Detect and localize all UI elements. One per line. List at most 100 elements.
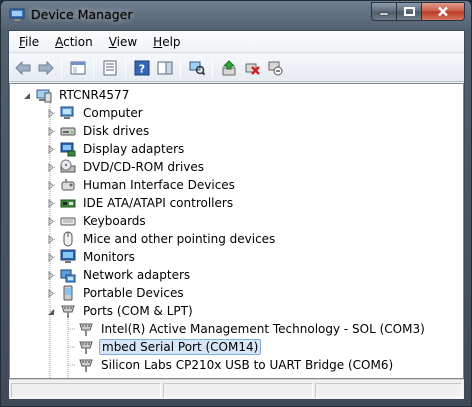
tree-category[interactable]: Network adapters	[60, 266, 192, 284]
properties-button[interactable]	[98, 57, 121, 79]
maximize-button[interactable]	[397, 2, 422, 21]
scan-hardware-button[interactable]	[185, 57, 208, 79]
expanded-arrow-icon[interactable]	[22, 91, 31, 100]
caption-buttons	[371, 2, 465, 21]
disk-drive-icon	[60, 123, 76, 139]
expanded-arrow-icon[interactable]	[46, 307, 55, 316]
collapsed-arrow-icon[interactable]	[46, 109, 55, 118]
tree-port-item[interactable]: Intel(R) Active Management Technology - …	[78, 320, 427, 338]
menu-help-label: elp	[162, 34, 181, 49]
forward-button[interactable]	[34, 57, 57, 79]
tree-category-label: Computer	[83, 106, 143, 120]
help-icon: ?	[134, 60, 149, 75]
disable-button[interactable]	[263, 57, 286, 79]
menu-help[interactable]: Help	[145, 35, 188, 49]
tree-port-item[interactable]: mbed Serial Port (COM14)	[78, 338, 262, 356]
minimize-button[interactable]	[371, 2, 397, 21]
update-driver-icon	[222, 59, 235, 75]
back-button[interactable]	[11, 57, 34, 79]
close-icon	[438, 6, 448, 17]
action-pane-button[interactable]	[153, 57, 176, 79]
update-driver-button[interactable]	[217, 57, 240, 79]
keyboard-icon	[60, 213, 76, 229]
tree-category[interactable]: Ports (COM & LPT)	[60, 302, 195, 320]
dvd-drive-icon	[60, 159, 76, 175]
menu-file[interactable]: File	[11, 35, 47, 49]
port-icon	[60, 303, 76, 319]
tree-category-label: Disk drives	[83, 124, 150, 138]
uninstall-icon	[245, 63, 260, 75]
tree-category-label: Mice and other pointing devices	[83, 232, 276, 246]
ide-controller-icon	[60, 195, 76, 211]
network-adapter-icon	[60, 267, 76, 283]
collapsed-arrow-icon[interactable]	[46, 145, 55, 154]
port-icon	[78, 321, 94, 337]
scan-hardware-icon	[189, 61, 205, 75]
portable-device-icon	[60, 285, 76, 301]
mouse-icon	[60, 231, 76, 247]
tree-category[interactable]: Display adapters	[60, 140, 186, 158]
tree-root[interactable]: RTCNR4577	[36, 86, 131, 104]
collapsed-arrow-icon[interactable]	[46, 289, 55, 298]
tree-root-label: RTCNR4577	[59, 88, 130, 102]
menu-help-mnemonic: H	[153, 34, 163, 49]
tree-category[interactable]: Keyboards	[60, 212, 148, 230]
tree-category[interactable]: Mice and other pointing devices	[60, 230, 277, 248]
close-button[interactable]	[422, 2, 465, 21]
menu-view-label: iew	[116, 34, 138, 49]
tree-category-label: Keyboards	[83, 214, 146, 228]
help-button[interactable]: ?	[130, 57, 153, 79]
tree-category[interactable]: Human Interface Devices	[60, 176, 237, 194]
tree-category[interactable]: Portable Devices	[60, 284, 186, 302]
collapsed-arrow-icon[interactable]	[46, 163, 55, 172]
tree-category-label: Monitors	[83, 250, 135, 264]
status-pane-1	[11, 383, 161, 398]
collapsed-arrow-icon[interactable]	[46, 271, 55, 280]
window-title: Device Manager	[31, 7, 133, 22]
collapsed-arrow-icon[interactable]	[46, 217, 55, 226]
toolbar-separator	[180, 57, 181, 78]
root-computer-icon	[36, 87, 52, 103]
menu-view[interactable]: View	[101, 35, 145, 49]
minimize-icon	[379, 12, 389, 15]
forward-icon	[38, 60, 54, 75]
menu-action[interactable]: Action	[47, 35, 101, 49]
collapsed-arrow-icon[interactable]	[46, 253, 55, 262]
tree-category[interactable]: Disk drives	[60, 122, 151, 140]
status-pane-3	[315, 383, 462, 398]
tree-port-item-label: Silicon Labs CP210x USB to UART Bridge (…	[101, 358, 394, 372]
menu-bar: File Action View Help	[9, 31, 464, 53]
show-hide-tree-button[interactable]	[66, 57, 89, 79]
port-icon	[78, 339, 94, 355]
collapsed-arrow-icon[interactable]	[46, 199, 55, 208]
tree-category-label: Portable Devices	[83, 286, 184, 300]
properties-icon	[103, 60, 116, 75]
title-bar[interactable]: Device Manager	[1, 1, 471, 31]
collapsed-arrow-icon[interactable]	[46, 235, 55, 244]
tree-category[interactable]: Computer	[60, 104, 145, 122]
status-pane-2	[163, 383, 313, 398]
tree-category[interactable]: IDE ATA/ATAPI controllers	[60, 194, 235, 212]
tree-port-item[interactable]: Silicon Labs CP210x USB to UART Bridge (…	[78, 356, 395, 374]
tree-category-label: DVD/CD-ROM drives	[83, 160, 205, 174]
collapsed-arrow-icon[interactable]	[46, 181, 55, 190]
hid-icon	[60, 177, 76, 193]
toolbar-separator	[61, 57, 62, 78]
toolbar-separator	[212, 57, 213, 78]
device-tree[interactable]: RTCNR4577 Computer Disk drives Display adap…	[9, 83, 464, 379]
client-area: File Action View Help ? RTCNR4577 Comput…	[8, 30, 465, 400]
tree-category[interactable]: Monitors	[60, 248, 137, 266]
tree-port-item-label: Intel(R) Active Management Technology - …	[101, 322, 425, 336]
show-hide-tree-icon	[70, 61, 85, 74]
tree-category[interactable]: DVD/CD-ROM drives	[60, 158, 206, 176]
collapsed-arrow-icon[interactable]	[46, 127, 55, 136]
action-pane-icon	[157, 61, 172, 74]
tree-category-label: IDE ATA/ATAPI controllers	[83, 196, 234, 210]
menu-file-label: ile	[25, 34, 40, 49]
status-bar	[9, 379, 464, 399]
port-icon	[78, 357, 94, 373]
monitor-icon	[60, 249, 76, 265]
uninstall-button[interactable]	[240, 57, 263, 79]
svg-text:?: ?	[138, 62, 144, 75]
tree-category-label: Ports (COM & LPT)	[83, 304, 193, 318]
